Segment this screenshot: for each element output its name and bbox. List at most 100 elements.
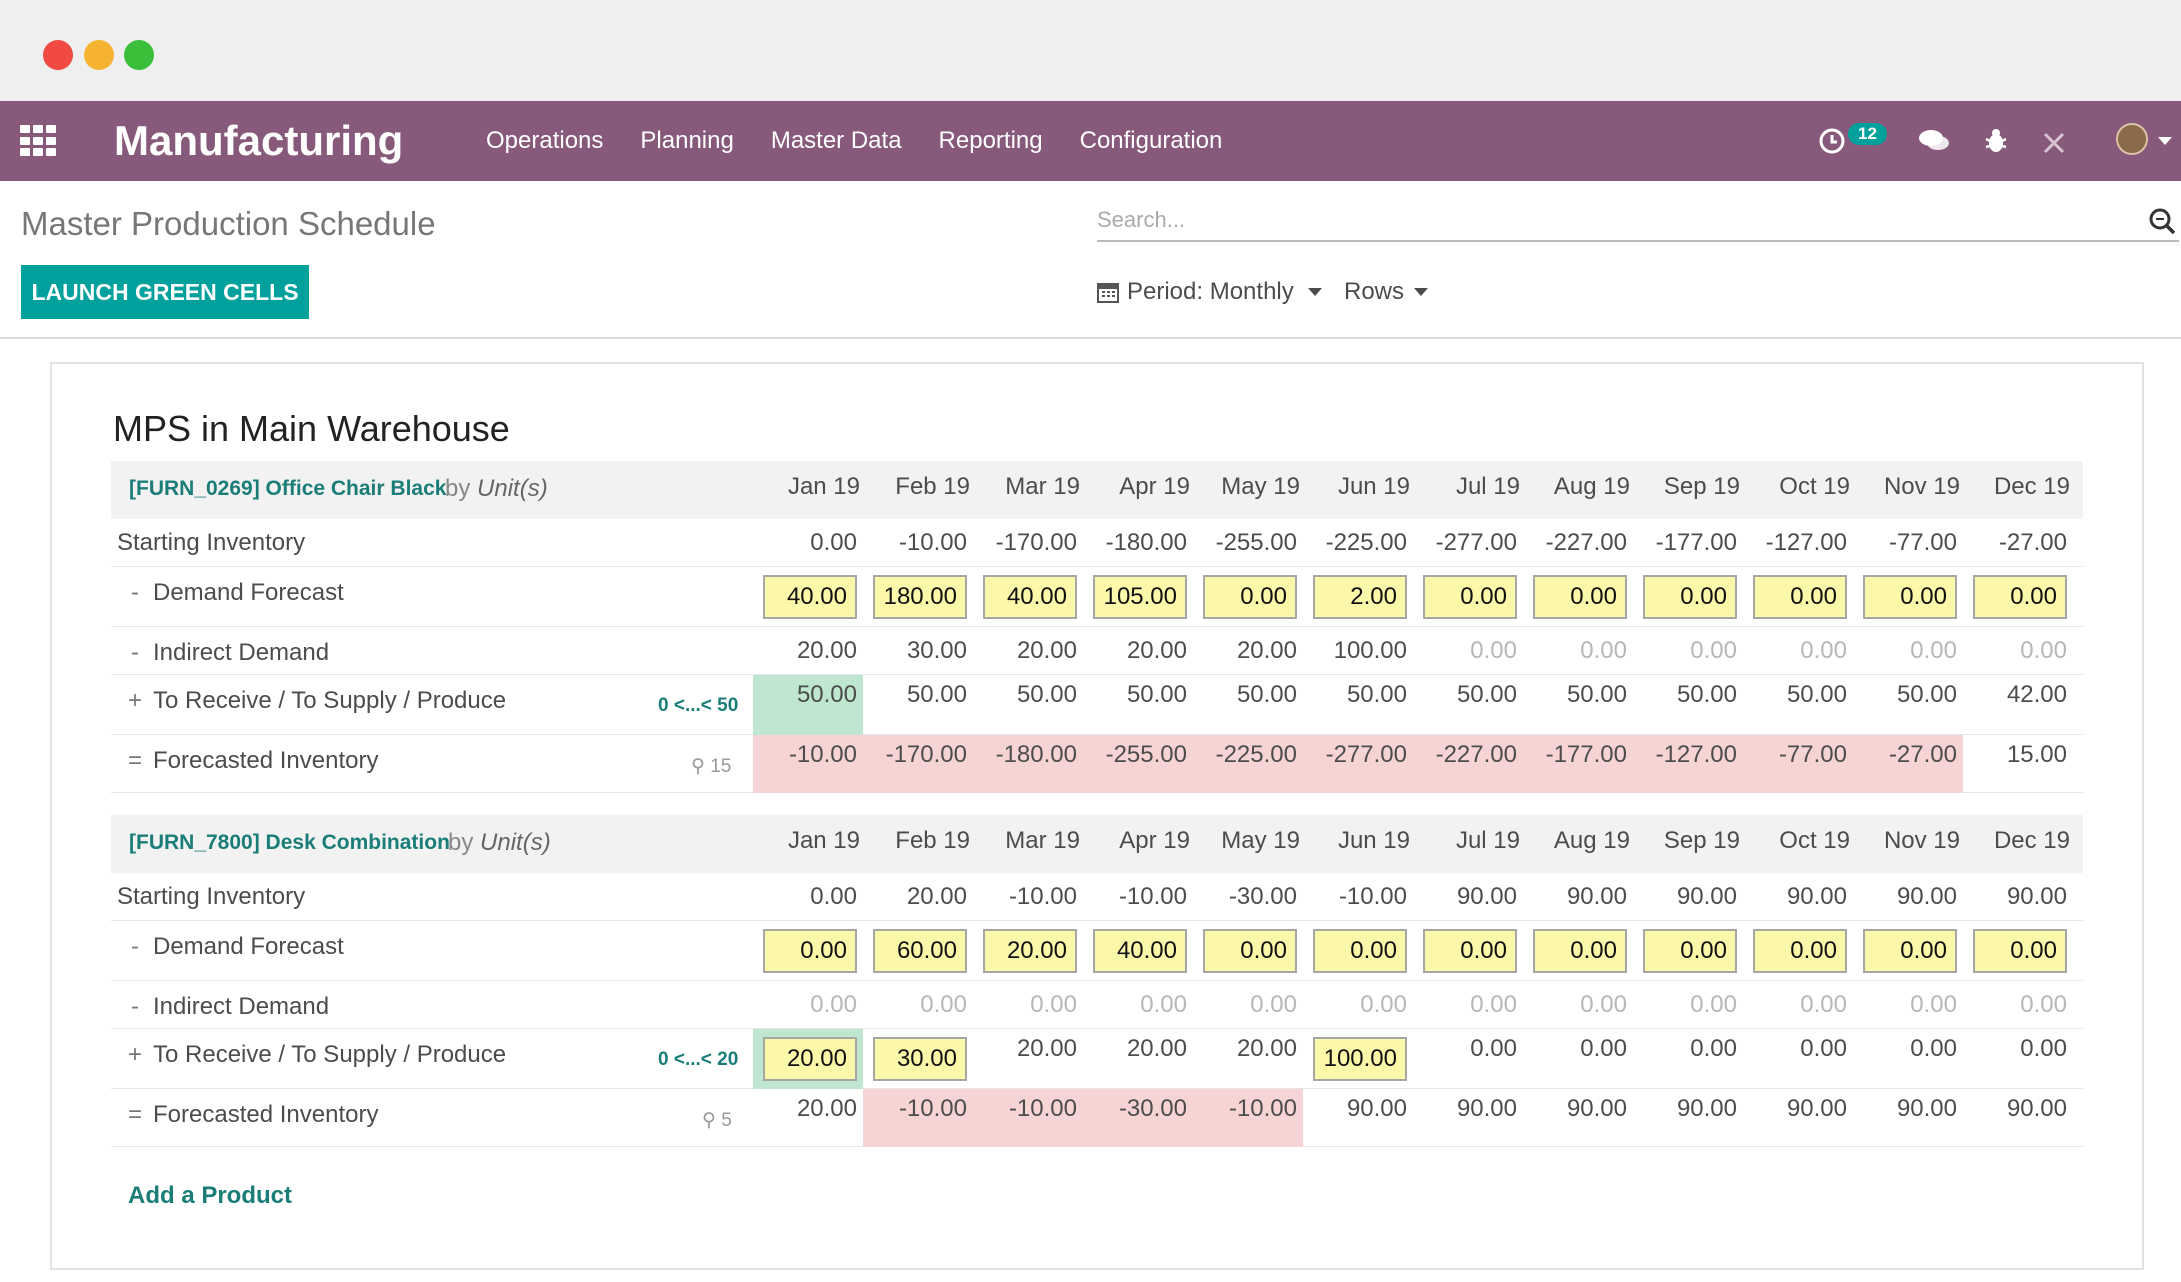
close-window-button[interactable] xyxy=(43,40,73,70)
launch-green-cells-button[interactable]: LAUNCH GREEN CELLS xyxy=(21,265,309,319)
product-name-link[interactable]: [FURN_0269] Office Chair Black xyxy=(129,477,446,501)
demand-input[interactable]: 0.00 xyxy=(1643,575,1737,619)
indirect-cell: 0.00 xyxy=(2020,991,2067,1018)
receive-input[interactable]: 20.00 xyxy=(763,1037,857,1081)
receive-input[interactable]: 30.00 xyxy=(873,1037,967,1081)
row-label-forecasted: = Forecasted Inventory xyxy=(117,1101,378,1129)
period-dropdown[interactable]: Period: Monthly xyxy=(1097,276,1322,308)
receive-cell[interactable]: 20.00 xyxy=(1083,1029,1193,1089)
starting-cell: 90.00 xyxy=(1786,883,1847,910)
debug-bug-icon[interactable] xyxy=(1983,119,2013,163)
demand-input[interactable]: 180.00 xyxy=(873,575,967,619)
indirect-cell: 0.00 xyxy=(1690,637,1737,664)
activity-clock-icon[interactable]: 12 xyxy=(1818,119,1887,163)
rows-dropdown[interactable]: Rows xyxy=(1344,276,1429,308)
receive-cell[interactable]: 0.00 xyxy=(1523,1029,1633,1089)
indirect-cell: 0.00 xyxy=(1910,637,1957,664)
month-header: Jun 19 xyxy=(1337,473,1410,500)
menu-reporting[interactable]: Reporting xyxy=(939,124,1043,158)
indirect-cell: 0.00 xyxy=(1140,991,1187,1018)
receive-cell[interactable]: 50.00 xyxy=(1193,675,1303,735)
tools-close-icon[interactable] xyxy=(2042,119,2072,163)
receive-input[interactable]: 100.00 xyxy=(1313,1037,1407,1081)
demand-input[interactable]: 0.00 xyxy=(1863,575,1957,619)
month-header: Mar 19 xyxy=(1005,473,1080,500)
starting-cell: -27.00 xyxy=(1998,529,2067,556)
menu-configuration[interactable]: Configuration xyxy=(1080,124,1223,158)
receive-cell[interactable]: 50.00 xyxy=(1413,675,1523,735)
demand-input[interactable]: 0.00 xyxy=(763,929,857,973)
receive-cell[interactable]: 42.00 xyxy=(1963,675,2073,735)
demand-input[interactable]: 105.00 xyxy=(1093,575,1187,619)
receive-cell[interactable]: 50.00 xyxy=(973,675,1083,735)
forecasted-cell: -30.00 xyxy=(1083,1089,1193,1147)
safety-stock-value: 15 xyxy=(710,756,732,777)
row-label-forecasted: = Forecasted Inventory xyxy=(117,747,378,775)
receive-cell[interactable]: 0.00 xyxy=(1963,1029,2073,1089)
demand-input[interactable]: 0.00 xyxy=(1753,929,1847,973)
demand-input[interactable]: 0.00 xyxy=(1423,929,1517,973)
receive-cell[interactable]: 20.00 xyxy=(973,1029,1083,1089)
indirect-cell: 20.00 xyxy=(1126,637,1187,664)
receive-cell[interactable]: 0.00 xyxy=(1853,1029,1963,1089)
demand-input[interactable]: 0.00 xyxy=(1423,575,1517,619)
menu-master-data[interactable]: Master Data xyxy=(771,124,902,158)
apps-grid-icon[interactable] xyxy=(20,125,56,157)
receive-cell[interactable]: 0.00 xyxy=(1633,1029,1743,1089)
demand-input[interactable]: 0.00 xyxy=(1533,575,1627,619)
demand-input[interactable]: 0.00 xyxy=(1533,929,1627,973)
replenish-rule-link[interactable]: 0 <...< 50 xyxy=(658,695,738,717)
minimize-window-button[interactable] xyxy=(84,40,114,70)
starting-cell: -77.00 xyxy=(1888,529,1957,556)
receive-cell[interactable]: 50.00 xyxy=(1303,675,1413,735)
receive-cell[interactable]: 0.00 xyxy=(1413,1029,1523,1089)
menu-planning[interactable]: Planning xyxy=(640,124,733,158)
user-menu-chevron-down-icon[interactable] xyxy=(2158,137,2172,145)
month-header: Sep 19 xyxy=(1663,827,1740,854)
receive-cell[interactable]: 0.00 xyxy=(1743,1029,1853,1089)
app-title[interactable]: Manufacturing xyxy=(114,115,403,167)
starting-cell: -225.00 xyxy=(1325,529,1407,556)
demand-input[interactable]: 0.00 xyxy=(1313,929,1407,973)
demand-input[interactable]: 60.00 xyxy=(873,929,967,973)
mps-row-receive: + To Receive / To Supply / Produce 0 <...<… xyxy=(111,1029,2083,1089)
user-avatar[interactable] xyxy=(2116,123,2148,155)
add-product-link[interactable]: Add a Product xyxy=(128,1182,292,1210)
demand-input[interactable]: 2.00 xyxy=(1313,575,1407,619)
menu-operations[interactable]: Operations xyxy=(486,124,603,158)
receive-cell[interactable]: 50.00 xyxy=(1083,675,1193,735)
receive-cell[interactable]: 50.00 xyxy=(1853,675,1963,735)
row-label-text: Demand Forecast xyxy=(153,933,344,960)
demand-input[interactable]: 40.00 xyxy=(1093,929,1187,973)
search-input[interactable] xyxy=(1097,202,2097,238)
demand-input[interactable]: 0.00 xyxy=(1643,929,1737,973)
receive-cell[interactable]: 50.00 xyxy=(1523,675,1633,735)
mps-row-indirect: - Indirect Demand 20.00 30.00 20.00 20.00 20.0… xyxy=(111,627,2083,675)
maximize-window-button[interactable] xyxy=(124,40,154,70)
demand-input[interactable]: 0.00 xyxy=(1203,575,1297,619)
search-icon[interactable] xyxy=(2147,206,2177,236)
demand-input[interactable]: 0.00 xyxy=(1863,929,1957,973)
demand-input[interactable]: 0.00 xyxy=(1753,575,1847,619)
demand-input[interactable]: 40.00 xyxy=(983,575,1077,619)
receive-cell[interactable]: 50.00 xyxy=(1743,675,1853,735)
demand-input[interactable]: 0.00 xyxy=(1203,929,1297,973)
receive-cell[interactable]: 50.00 xyxy=(753,675,863,735)
starting-cell: -255.00 xyxy=(1215,529,1297,556)
receive-cell[interactable]: 20.00 xyxy=(1193,1029,1303,1089)
demand-input[interactable]: 0.00 xyxy=(1973,575,2067,619)
row-label-indirect: - Indirect Demand xyxy=(117,993,329,1021)
demand-input[interactable]: 40.00 xyxy=(763,575,857,619)
month-header: Dec 19 xyxy=(1993,827,2070,854)
product-name-link[interactable]: [FURN_7800] Desk Combination xyxy=(129,831,450,855)
row-label-text: Forecasted Inventory xyxy=(153,747,379,774)
forecasted-cell: -10.00 xyxy=(1193,1089,1303,1147)
demand-input[interactable]: 0.00 xyxy=(1973,929,2067,973)
receive-cell[interactable]: 50.00 xyxy=(1633,675,1743,735)
chat-icon[interactable] xyxy=(1918,119,1952,163)
demand-input[interactable]: 20.00 xyxy=(983,929,1077,973)
map-marker-icon: ⚲ xyxy=(691,756,711,777)
replenish-rule-link[interactable]: 0 <...< 20 xyxy=(658,1049,738,1071)
row-operator: - xyxy=(131,579,139,606)
receive-cell[interactable]: 50.00 xyxy=(863,675,973,735)
